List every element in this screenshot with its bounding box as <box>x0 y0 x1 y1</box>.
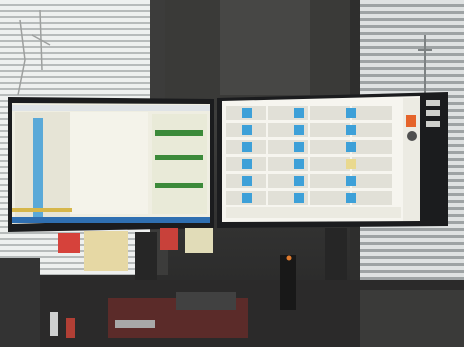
right-btn-1 <box>426 100 440 106</box>
sticky-note-pale <box>185 228 213 253</box>
right-stand <box>325 228 347 283</box>
left-screen-green-line-2 <box>155 155 203 160</box>
small-bottle <box>50 312 58 336</box>
scene-svg <box>0 0 464 347</box>
sticky-note-yellow <box>84 231 128 271</box>
right-btn-3 <box>426 121 440 127</box>
tool-handle <box>115 320 155 328</box>
small-cup <box>66 318 75 338</box>
bottle <box>280 255 296 310</box>
left-screen-sidepanel <box>152 114 207 214</box>
left-screen-green-line-1 <box>155 130 203 136</box>
sticky-note-red-2 <box>160 228 178 250</box>
sticky-note-red <box>58 233 80 253</box>
led-light <box>286 255 292 261</box>
left-object <box>0 258 40 347</box>
left-screen-green-line-3 <box>155 183 203 188</box>
right-monitor-right-bezel <box>423 98 446 220</box>
right-desk-item <box>360 290 464 347</box>
round-icon <box>407 131 417 141</box>
orange-icon <box>406 115 416 127</box>
photo-scene <box>0 0 464 347</box>
left-screen-header <box>12 105 210 111</box>
left-screen-main <box>70 112 148 214</box>
left-screen-bar <box>33 118 43 220</box>
keyboard-edge <box>176 292 236 310</box>
left-screen-yellow-mark <box>12 208 72 212</box>
left-screen-taskbar <box>12 217 210 223</box>
wall-panel <box>220 0 310 95</box>
right-btn-2 <box>426 110 440 116</box>
